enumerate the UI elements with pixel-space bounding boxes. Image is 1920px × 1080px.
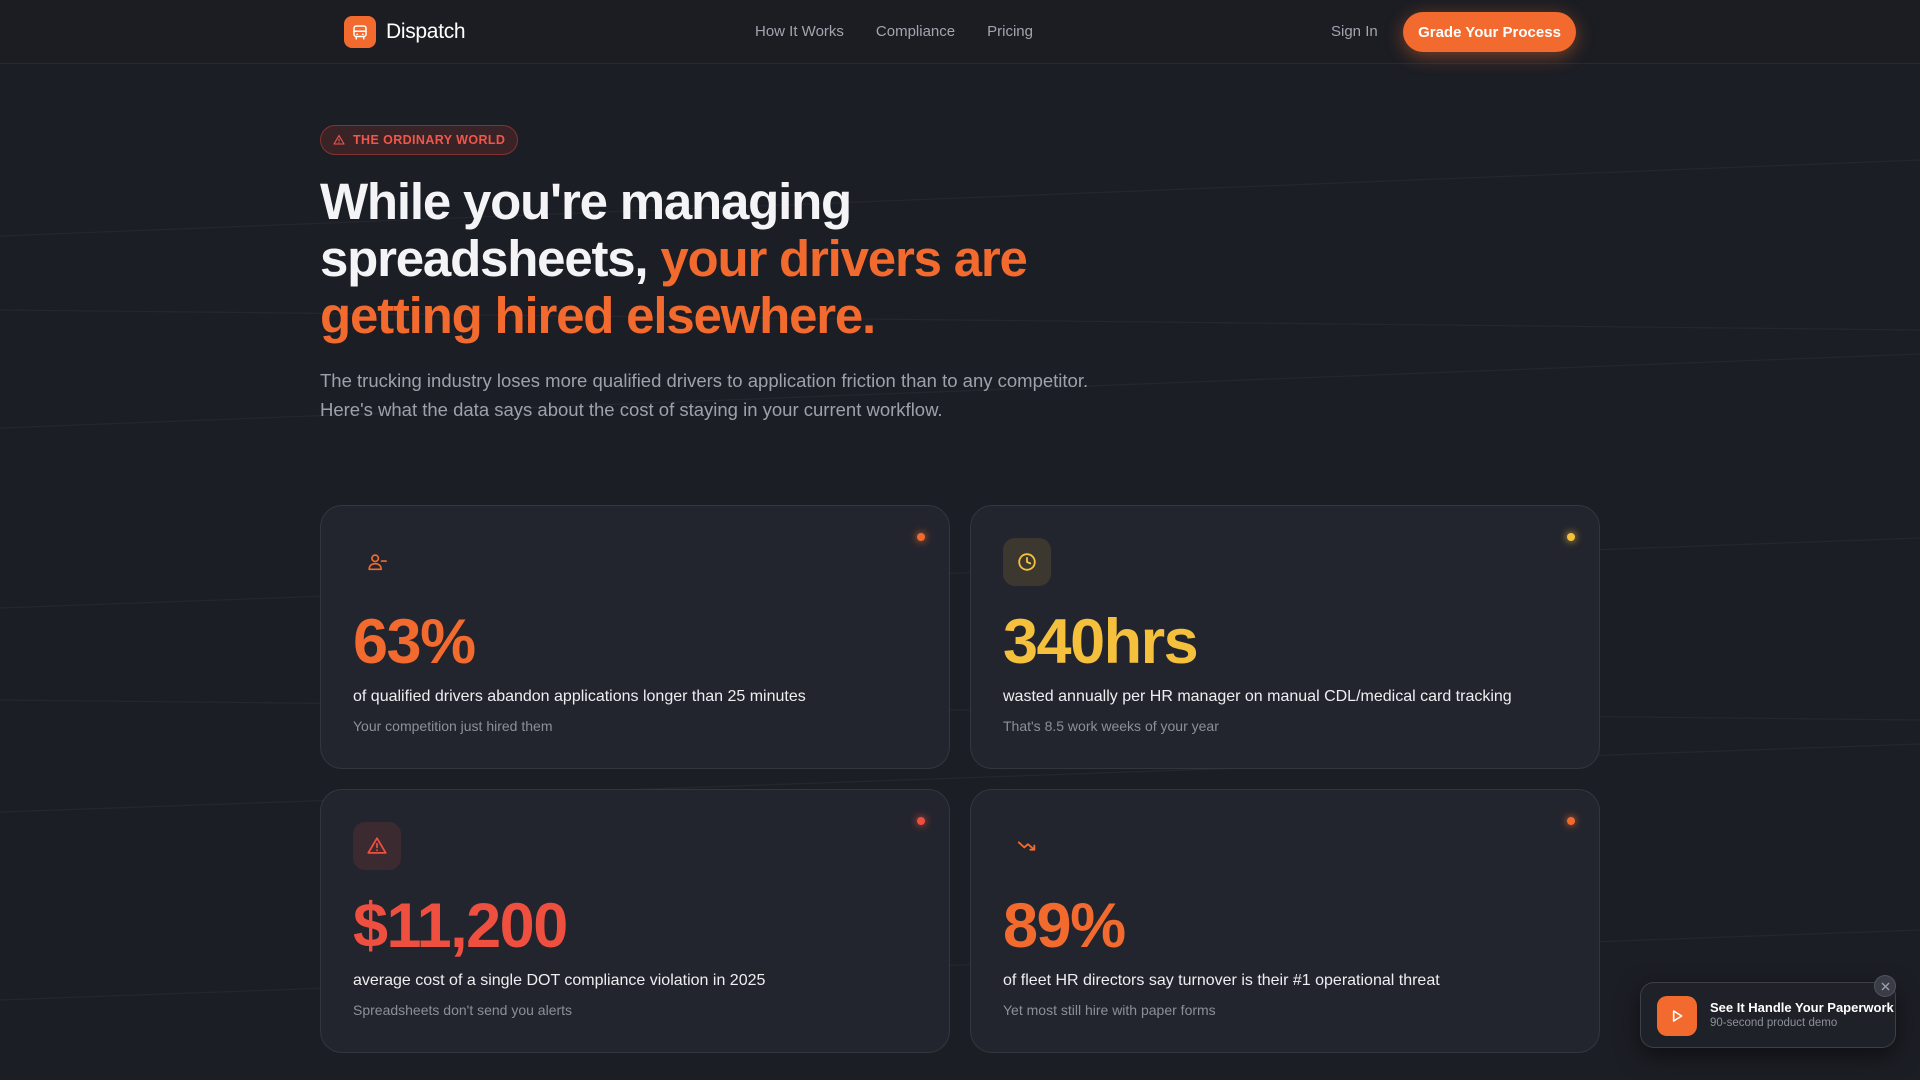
brand-name: Dispatch: [386, 20, 466, 43]
clock-icon: [1003, 538, 1051, 586]
warning-triangle-icon: [353, 822, 401, 870]
stat-card-driver-abandonment: 63% of qualified drivers abandon applica…: [320, 505, 950, 769]
nav-link-compliance[interactable]: Compliance: [876, 23, 955, 40]
stat-note: That's 8.5 work weeks of your year: [1003, 718, 1219, 734]
demo-title: See It Handle Your Paperwork: [1710, 1000, 1894, 1015]
trending-down-icon: [1003, 822, 1051, 870]
stat-description: wasted annually per HR manager on manual…: [1003, 688, 1512, 705]
stat-description: average cost of a single DOT compliance …: [353, 972, 766, 989]
top-nav: Dispatch How It Works Compliance Pricing…: [0, 0, 1920, 64]
close-icon[interactable]: [1874, 975, 1896, 997]
brand-logo[interactable]: Dispatch: [344, 16, 466, 48]
subtext-line-2: Here's what the data says about the cost…: [320, 399, 943, 420]
stat-card-hours-wasted: 340hrs wasted annually per HR manager on…: [970, 505, 1600, 769]
stat-value: 63%: [353, 607, 476, 677]
subtext-line-1: The trucking industry loses more qualifi…: [320, 370, 1089, 391]
stat-description: of fleet HR directors say turnover is th…: [1003, 972, 1440, 989]
play-icon[interactable]: [1657, 996, 1697, 1036]
status-dot: [917, 817, 925, 825]
nav-link-pricing[interactable]: Pricing: [987, 23, 1033, 40]
stat-note: Yet most still hire with paper forms: [1003, 1002, 1216, 1018]
status-dot: [1567, 817, 1575, 825]
nav-link-how-it-works[interactable]: How It Works: [755, 23, 844, 40]
stat-note: Spreadsheets don't send you alerts: [353, 1002, 573, 1018]
stat-value: $11,200: [353, 891, 568, 961]
eyebrow-badge: THE ORDINARY WORLD: [320, 125, 519, 155]
status-dot: [1567, 533, 1575, 541]
background-lines: [0, 159, 1920, 1001]
grade-your-process-button[interactable]: Grade Your Process: [1403, 12, 1576, 52]
eyebrow-label: THE ORDINARY WORLD: [353, 133, 506, 147]
stat-note: Your competition just hired them: [353, 718, 553, 734]
user-minus-icon: [353, 538, 401, 586]
sign-in-link[interactable]: Sign In: [1331, 23, 1378, 40]
stat-card-dot-violation: $11,200 average cost of a single DOT com…: [320, 789, 950, 1053]
stat-value: 340hrs: [1003, 607, 1199, 677]
demo-subtitle: 90-second product demo: [1710, 1017, 1838, 1029]
status-dot: [917, 533, 925, 541]
truck-icon: [344, 16, 376, 48]
warning-triangle-icon: [333, 134, 345, 145]
stat-card-turnover: 89% of fleet HR directors say turnover i…: [970, 789, 1600, 1053]
stat-description: of qualified drivers abandon application…: [353, 688, 806, 705]
nav-links: How It Works Compliance Pricing: [755, 23, 1033, 40]
stat-value: 89%: [1003, 891, 1126, 961]
product-demo-popup[interactable]: See It Handle Your Paperwork 90-second p…: [1640, 975, 1896, 1048]
hero-subtext: The trucking industry loses more qualifi…: [320, 366, 1140, 424]
hero-headline: While you're managing spreadsheets, your…: [320, 173, 1120, 344]
